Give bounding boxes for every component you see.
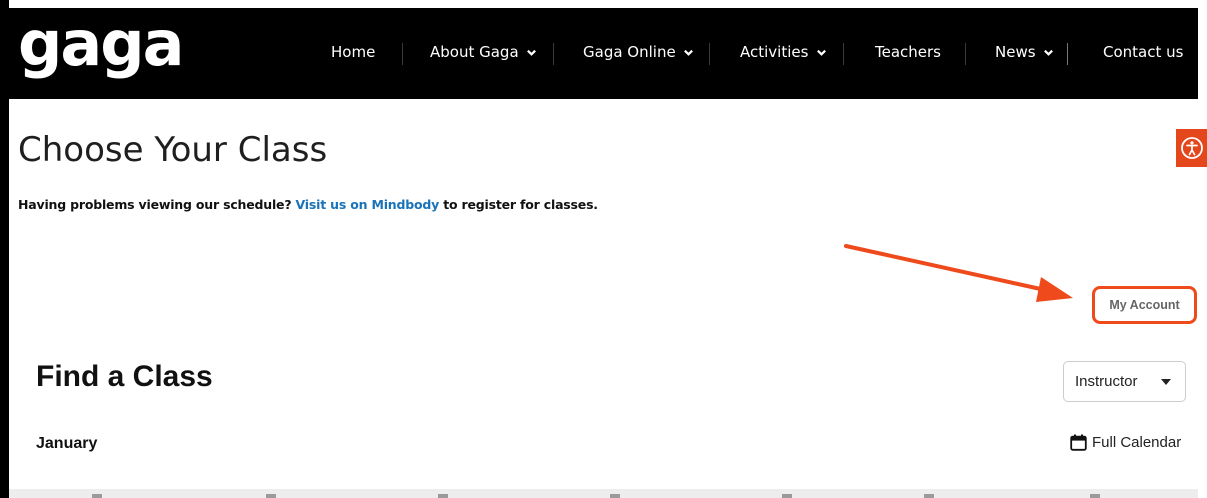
accessibility-icon: [1180, 137, 1203, 159]
nav-divider: [553, 43, 554, 65]
nav-divider: [1067, 43, 1068, 65]
instructor-filter-label: Instructor: [1075, 373, 1138, 390]
calendar-icon: [1070, 434, 1087, 451]
chevron-down-icon: [527, 49, 537, 56]
notice-suffix: to register for classes.: [443, 197, 598, 212]
caret-down-icon: [1161, 379, 1171, 385]
nav-divider: [709, 43, 710, 65]
nav-gaga-online-label: Gaga Online: [583, 43, 676, 61]
weekday-label: [92, 494, 102, 498]
nav-news-label: News: [995, 43, 1036, 61]
nav-home-label: Home: [331, 43, 376, 61]
nav-home[interactable]: Home: [331, 41, 375, 63]
left-border: [0, 0, 9, 498]
chevron-down-icon: [1044, 49, 1054, 56]
gaga-logo[interactable]: gaga: [18, 8, 184, 80]
mindbody-link[interactable]: Visit us on Mindbody: [296, 197, 440, 212]
nav-gaga-online[interactable]: Gaga Online: [583, 41, 694, 63]
weekday-label: [782, 494, 792, 498]
accessibility-button[interactable]: [1176, 129, 1207, 167]
notice-prefix: Having problems viewing our schedule?: [18, 197, 292, 212]
weekday-label: [266, 494, 276, 498]
weekday-label: [1090, 494, 1100, 498]
annotation-arrow: [844, 244, 1073, 302]
nav-activities[interactable]: Activities: [740, 41, 827, 63]
chevron-down-icon: [684, 49, 694, 56]
nav-teachers[interactable]: Teachers: [875, 41, 941, 63]
nav-teachers-label: Teachers: [875, 43, 941, 61]
weekday-label: [924, 494, 934, 498]
full-calendar-link[interactable]: Full Calendar: [1070, 434, 1181, 451]
nav-divider: [402, 43, 403, 65]
nav-divider: [843, 43, 844, 65]
my-account-button[interactable]: My Account: [1092, 286, 1197, 324]
weekday-label: [438, 494, 448, 498]
weekday-header-strip: [9, 489, 1198, 498]
nav-news[interactable]: News: [995, 41, 1054, 63]
nav-activities-label: Activities: [740, 43, 809, 61]
top-navigation-bar: gaga Home About Gaga Gaga Online Activit…: [9, 8, 1198, 99]
schedule-notice: Having problems viewing our schedule? Vi…: [18, 197, 598, 212]
month-label: January: [36, 435, 98, 452]
nav-contact-us-label: Contact us: [1103, 43, 1184, 61]
chevron-down-icon: [817, 49, 827, 56]
full-calendar-label: Full Calendar: [1092, 434, 1182, 451]
instructor-filter-select[interactable]: Instructor: [1063, 361, 1186, 402]
nav-about-gaga[interactable]: About Gaga: [430, 41, 537, 63]
find-a-class-heading: Find a Class: [36, 360, 213, 393]
nav-divider: [965, 43, 966, 65]
nav-contact-us[interactable]: Contact us: [1103, 41, 1183, 63]
weekday-label: [610, 494, 620, 498]
nav-about-gaga-label: About Gaga: [430, 43, 519, 61]
page-title: Choose Your Class: [18, 130, 328, 170]
